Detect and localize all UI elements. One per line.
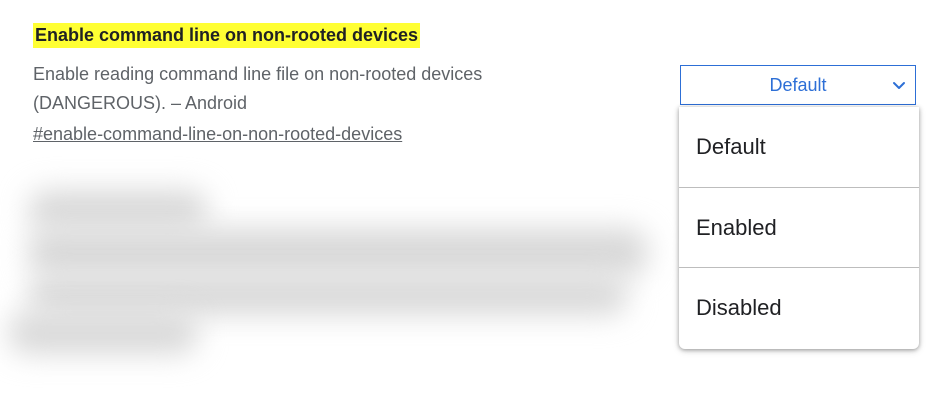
flag-state-select[interactable]: Default [680,65,916,105]
option-disabled[interactable]: Disabled [679,267,919,347]
redacted-region [8,180,658,370]
flag-description: Enable reading command line file on non-… [33,64,483,113]
selected-value: Default [769,75,827,95]
flag-anchor-link[interactable]: #enable-command-line-on-non-rooted-devic… [33,122,402,146]
option-enabled[interactable]: Enabled [679,187,919,267]
flags-page: Enable command line on non-rooted device… [0,0,940,403]
option-default[interactable]: Default [679,107,919,187]
flag-title: Enable command line on non-rooted device… [33,23,421,48]
select-dropdown-menu: Default Enabled Disabled [679,107,919,349]
chevron-down-icon [893,82,905,89]
